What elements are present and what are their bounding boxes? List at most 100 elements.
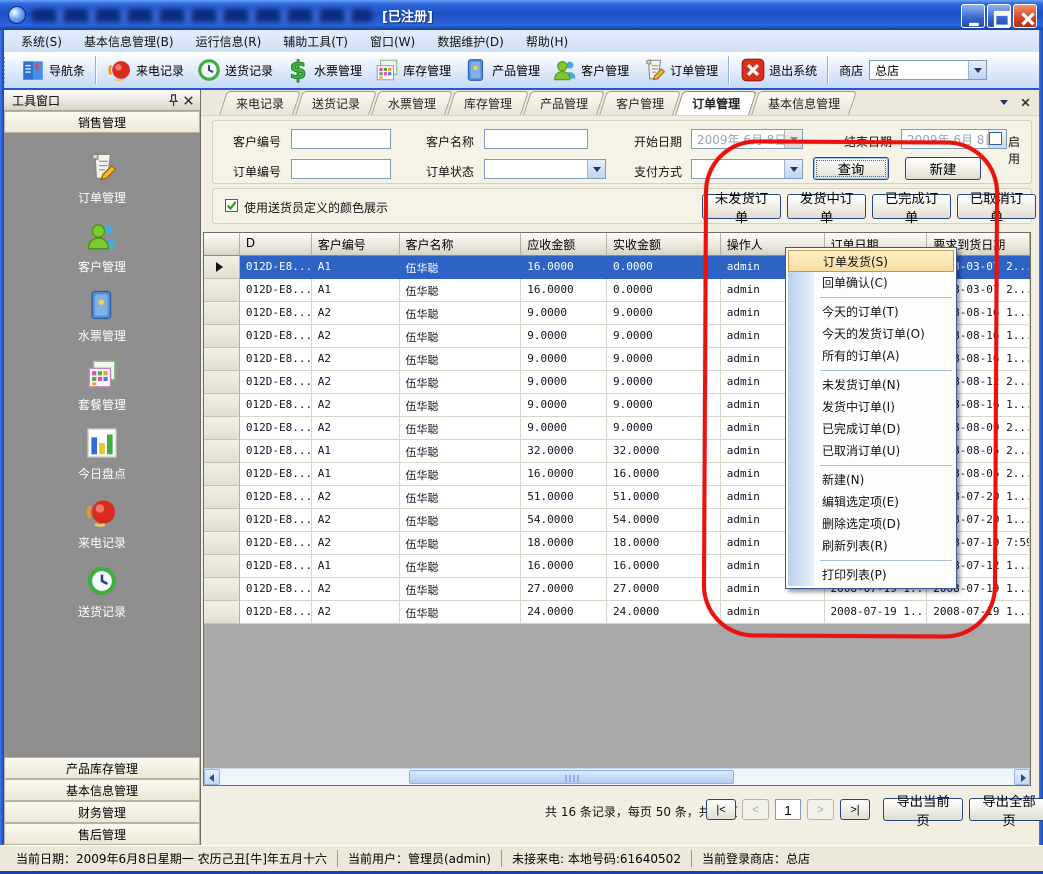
sidebar-item-5[interactable]: 来电记录 <box>78 495 126 551</box>
cell-id: 012D-E8... <box>240 279 312 302</box>
next-page-button[interactable]: > <box>807 799 834 820</box>
sidebar-group-sales[interactable]: 销售管理 <box>4 111 200 133</box>
sidebar-item-3[interactable]: 套餐管理 <box>78 357 126 413</box>
sidebar-item-1[interactable]: 客户管理 <box>78 219 126 275</box>
context-menu-item-7[interactable]: 未发货订单(N) <box>786 374 956 396</box>
grid-header-col-3[interactable]: 应收金额 <box>521 233 607 256</box>
query-button[interactable]: 查询 <box>813 157 889 180</box>
tab-1[interactable]: 送货记录 <box>299 91 373 115</box>
enable-checkbox[interactable] <box>989 132 1002 145</box>
context-menu-item-8[interactable]: 发货中订单(I) <box>786 396 956 418</box>
menu-item-0[interactable]: 系统(S) <box>10 31 73 52</box>
sidebar-group-3[interactable]: 售后管理 <box>4 823 200 845</box>
status-filter-button-0[interactable]: 未发货订单 <box>702 194 781 219</box>
sidebar-item-4[interactable]: 今日盘点 <box>78 426 126 482</box>
first-page-button[interactable]: |< <box>706 799 736 820</box>
page-number-input[interactable] <box>775 799 801 820</box>
end-date-label: 结束日期 <box>844 133 892 150</box>
grid-header-col-1[interactable]: 客户编号 <box>312 233 400 256</box>
tab-6[interactable]: 订单管理 <box>679 91 753 115</box>
sidebar-item-2[interactable]: 水票管理 <box>78 288 126 344</box>
tab-close-icon[interactable] <box>1020 97 1031 108</box>
minimize-button[interactable] <box>961 4 985 28</box>
toolbar-button-3[interactable]: $水票管理 <box>279 55 368 85</box>
menu-item-4[interactable]: 窗口(W) <box>359 31 426 52</box>
order-no-input[interactable] <box>291 159 391 179</box>
order-status-select[interactable] <box>484 159 606 179</box>
sidebar-item-0[interactable]: 订单管理 <box>78 150 126 206</box>
tab-2[interactable]: 水票管理 <box>375 91 449 115</box>
tab-4[interactable]: 产品管理 <box>527 91 601 115</box>
toolbar-button-6[interactable]: 客户管理 <box>546 55 635 85</box>
cell-received: 9.0000 <box>607 302 721 325</box>
customer-no-input[interactable] <box>291 129 391 149</box>
sidebar-group-2[interactable]: 财务管理 <box>4 801 200 823</box>
color-option-checkbox[interactable] <box>225 199 238 212</box>
new-button[interactable]: 新建 <box>905 157 981 180</box>
tab-3[interactable]: 库存管理 <box>451 91 525 115</box>
tab-5[interactable]: 客户管理 <box>603 91 677 115</box>
customer-name-input[interactable] <box>484 129 588 149</box>
context-menu-item-14[interactable]: 删除选定项(D) <box>786 513 956 535</box>
payment-dropdown-icon[interactable] <box>784 160 802 178</box>
menu-item-2[interactable]: 运行信息(R) <box>185 31 273 52</box>
menu-item-3[interactable]: 辅助工具(T) <box>272 31 359 52</box>
context-menu-item-9[interactable]: 已完成订单(D) <box>786 418 956 440</box>
menu-item-1[interactable]: 基本信息管理(B) <box>73 31 185 52</box>
export-current-page-button[interactable]: 导出当前页 <box>883 798 963 821</box>
maximize-button[interactable] <box>987 4 1011 28</box>
toolbar-grip[interactable] <box>3 57 10 83</box>
shop-dropdown-icon[interactable] <box>968 61 986 79</box>
context-menu-item-4[interactable]: 今天的发货订单(O) <box>786 323 956 345</box>
context-menu-item-1[interactable]: 回单确认(C) <box>786 272 956 294</box>
menu-item-6[interactable]: 帮助(H) <box>515 31 579 52</box>
scroll-left-button[interactable] <box>204 769 220 785</box>
pin-icon[interactable] <box>166 93 181 108</box>
toolbar-button-4[interactable]: 库存管理 <box>368 55 457 85</box>
grid-horizontal-scrollbar[interactable] <box>204 768 1030 785</box>
context-menu-item-12[interactable]: 新建(N) <box>786 469 956 491</box>
context-menu-item-13[interactable]: 编辑选定项(E) <box>786 491 956 513</box>
toolbar-button-8[interactable]: 退出系统 <box>734 55 823 85</box>
status-filter-button-1[interactable]: 发货中订单 <box>787 194 866 219</box>
status-filter-button-3[interactable]: 已取消订单 <box>957 194 1036 219</box>
cell-receivable: 27.0000 <box>521 578 607 601</box>
last-page-button[interactable]: >| <box>840 799 870 820</box>
context-menu-item-10[interactable]: 已取消订单(U) <box>786 440 956 462</box>
bell-icon <box>107 57 133 83</box>
context-menu-item-17[interactable]: 打印列表(P) <box>786 564 956 586</box>
menu-item-5[interactable]: 数据维护(D) <box>426 31 515 52</box>
table-row[interactable]: 012D-E8...A2伍华聪24.000024.0000admin2008-0… <box>204 601 1030 624</box>
context-menu-item-15[interactable]: 刷新列表(R) <box>786 535 956 557</box>
tool-window-close-icon[interactable] <box>181 93 196 108</box>
shop-select[interactable]: 总店 <box>869 60 987 80</box>
sidebar-item-6[interactable]: 送货记录 <box>78 564 126 620</box>
scroll-right-button[interactable] <box>1014 769 1030 785</box>
export-all-pages-button[interactable]: 导出全部页 <box>969 798 1043 821</box>
status-filter-button-2[interactable]: 已完成订单 <box>872 194 951 219</box>
toolbar-button-7[interactable]: 订单管理 <box>635 55 724 85</box>
tab-7[interactable]: 基本信息管理 <box>755 91 853 115</box>
toolbar-button-2[interactable]: 送货记录 <box>190 55 279 85</box>
row-selector-cell <box>204 463 240 486</box>
context-menu-item-0[interactable]: 订单发货(S) <box>788 250 954 272</box>
scrollbar-thumb[interactable] <box>409 770 734 784</box>
close-button[interactable] <box>1013 4 1037 28</box>
sidebar-group-0[interactable]: 产品库存管理 <box>4 757 200 779</box>
toolbar-button-0[interactable]: 导航条 <box>14 55 91 85</box>
grid-header-col-2[interactable]: 客户名称 <box>400 233 522 256</box>
start-date-picker[interactable]: 2009年 6月 8日 <box>691 129 803 149</box>
start-date-dropdown-icon[interactable] <box>784 130 802 148</box>
toolbar-button-5[interactable]: 产品管理 <box>457 55 546 85</box>
tab-list-dropdown-icon[interactable] <box>1000 100 1008 105</box>
grid-header-col-4[interactable]: 实收金额 <box>607 233 721 256</box>
payment-select[interactable] <box>691 159 803 179</box>
context-menu-item-5[interactable]: 所有的订单(A) <box>786 345 956 367</box>
tab-0[interactable]: 来电记录 <box>223 91 297 115</box>
context-menu-item-3[interactable]: 今天的订单(T) <box>786 301 956 323</box>
prev-page-button[interactable]: < <box>742 799 769 820</box>
grid-header-col-0[interactable]: D <box>240 233 312 256</box>
toolbar-button-1[interactable]: 来电记录 <box>101 55 190 85</box>
sidebar-group-1[interactable]: 基本信息管理 <box>4 779 200 801</box>
order-status-dropdown-icon[interactable] <box>587 160 605 178</box>
